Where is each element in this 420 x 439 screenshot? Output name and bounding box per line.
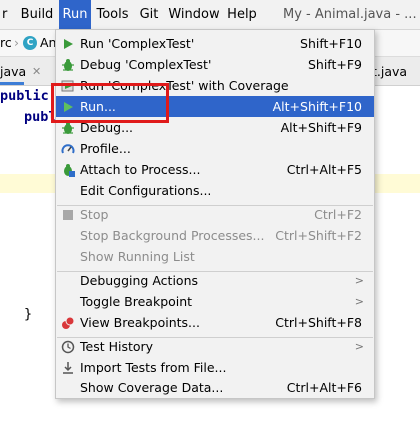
menu-item-debugging-actions[interactable]: Debugging Actions > [56, 270, 374, 291]
menu-item-toggle-breakpoint[interactable]: Toggle Breakpoint > [56, 291, 374, 312]
tab-java-file[interactable]: java [0, 57, 26, 85]
code-line-closing-brace: } [24, 306, 33, 322]
menu-item-profile[interactable]: Profile... [56, 138, 374, 159]
menu-run[interactable]: Run [59, 0, 91, 29]
menu-item-view-breakpoints[interactable]: View Breakpoints... Ctrl+Shift+F8 [56, 312, 374, 333]
debug-bug-icon [62, 122, 74, 134]
menu-item-test-history[interactable]: Test History > [56, 336, 374, 357]
debug-bug-icon [62, 59, 74, 71]
menu-git[interactable]: Git [137, 0, 161, 29]
attach-debugger-icon [64, 164, 75, 177]
run-icon [64, 39, 73, 49]
import-icon [63, 362, 73, 374]
breakpoints-icon [62, 316, 75, 329]
menu-item-run-config[interactable]: Run 'ComplexTest' Shift+F10 [56, 33, 374, 54]
menu-build[interactable]: Build [19, 0, 55, 29]
menu-item-stop-background[interactable]: Stop Background Processes... Ctrl+Shift+… [56, 225, 374, 246]
breadcrumb-item-class[interactable]: An [40, 30, 56, 56]
menu-item-stop[interactable]: Stop Ctrl+F2 [56, 204, 374, 225]
tab-test-file[interactable]: t.java [372, 57, 407, 85]
menu-item-attach-to-process[interactable]: Attach to Process... Ctrl+Alt+F5 [56, 159, 374, 180]
submenu-arrow-icon: > [354, 295, 364, 308]
menu-item-show-coverage-data[interactable]: Show Coverage Data... Ctrl+Alt+F6 [56, 377, 374, 398]
breadcrumb-separator: › [14, 35, 19, 50]
profiler-gauge-icon [61, 144, 75, 154]
submenu-arrow-icon: > [354, 340, 364, 353]
clock-history-icon [61, 340, 75, 354]
window-title: My - Animal.java - ... [283, 7, 417, 22]
menu-item-debug-config[interactable]: Debug 'ComplexTest' Shift+F9 [56, 54, 374, 75]
breadcrumb-item-src[interactable]: rc [0, 30, 12, 56]
menu-refactor[interactable]: r [0, 0, 16, 29]
menu-item-show-running-list[interactable]: Show Running List [56, 246, 374, 267]
stop-icon [63, 210, 73, 220]
menu-tools[interactable]: Tools [95, 0, 130, 29]
class-icon: C [23, 36, 37, 50]
submenu-arrow-icon: > [354, 274, 364, 287]
highlight-annotation-box [51, 83, 169, 123]
menu-bar: r Build Run Tools Git Window Help My - A… [0, 0, 420, 30]
menu-window[interactable]: Window [168, 0, 220, 29]
menu-help[interactable]: Help [227, 0, 257, 29]
active-tab-indicator [0, 82, 24, 85]
close-icon[interactable]: ✕ [32, 57, 41, 85]
menu-item-edit-configurations[interactable]: Edit Configurations... [56, 180, 374, 201]
menu-item-import-tests[interactable]: Import Tests from File... [56, 357, 374, 378]
